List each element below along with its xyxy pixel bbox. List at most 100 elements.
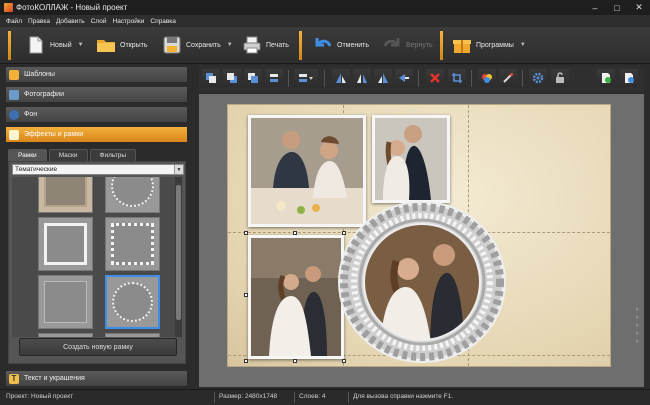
layer-up-icon[interactable] bbox=[244, 69, 262, 87]
export-icon[interactable] bbox=[597, 69, 615, 87]
resize-handle[interactable] bbox=[244, 359, 248, 363]
ornate-frame-photo[interactable] bbox=[338, 201, 506, 363]
magic-wand-icon[interactable] bbox=[499, 69, 517, 87]
chevron-left-icon: ‹ bbox=[636, 323, 638, 329]
send-back-icon[interactable] bbox=[223, 69, 241, 87]
undo-button[interactable]: Отменить bbox=[313, 32, 369, 58]
toolbar-separator bbox=[299, 31, 302, 60]
lock-icon[interactable] bbox=[551, 69, 569, 87]
import-icon[interactable] bbox=[620, 69, 638, 87]
background-icon bbox=[9, 109, 19, 120]
frame-thumbnail[interactable] bbox=[38, 217, 93, 271]
menu-settings[interactable]: Настройки bbox=[113, 18, 145, 25]
tab-filters[interactable]: Фильтры bbox=[89, 149, 137, 161]
resize-handle[interactable] bbox=[244, 231, 248, 235]
photo-frame[interactable] bbox=[248, 235, 344, 359]
section-templates[interactable]: Шаблоны bbox=[5, 66, 188, 83]
new-button[interactable]: Новый ▼ bbox=[26, 32, 84, 58]
chevron-left-icon: ‹ bbox=[636, 307, 638, 313]
flip-left-icon[interactable] bbox=[332, 69, 350, 87]
rotate-icon[interactable] bbox=[395, 69, 413, 87]
create-frame-button[interactable]: Создать новую рамку bbox=[19, 338, 177, 356]
chevron-left-icon: ‹ bbox=[636, 339, 638, 345]
minimize-button[interactable]: – bbox=[584, 0, 606, 15]
collage-page[interactable] bbox=[227, 104, 611, 367]
section-label: Фон bbox=[24, 111, 38, 118]
photo-icon bbox=[9, 89, 19, 100]
programs-button[interactable]: Программы ▼ bbox=[452, 32, 526, 58]
flip-right-icon[interactable] bbox=[374, 69, 392, 87]
section-text[interactable]: T Текст и украшения bbox=[5, 370, 188, 387]
tab-masks[interactable]: Маски bbox=[48, 149, 88, 161]
status-bar: Проект: Новый проект Размер: 2480x1748 С… bbox=[0, 389, 650, 405]
chevron-down-icon[interactable]: ▼ bbox=[227, 42, 233, 48]
save-button[interactable]: Сохранить ▼ bbox=[162, 32, 233, 58]
frame-thumbnail[interactable] bbox=[38, 275, 93, 329]
redo-button[interactable]: Вернуть bbox=[382, 32, 433, 58]
status-help: Для вызова справки нажмите F1. bbox=[353, 393, 454, 400]
save-label: Сохранить bbox=[186, 41, 221, 49]
flip-center-icon[interactable] bbox=[353, 69, 371, 87]
status-separator bbox=[348, 392, 349, 403]
resize-handle[interactable] bbox=[244, 293, 248, 297]
folder-icon bbox=[97, 40, 115, 52]
couple-photo-image bbox=[375, 118, 447, 200]
menu-help[interactable]: Справка bbox=[150, 18, 176, 25]
tab-frames[interactable]: Рамки bbox=[8, 149, 47, 161]
settings-icon[interactable] bbox=[529, 69, 547, 87]
align-icon[interactable] bbox=[294, 69, 318, 87]
frame-tabs: Рамки Маски Фильтры bbox=[8, 149, 186, 161]
printer-icon bbox=[243, 36, 261, 54]
new-document-icon bbox=[29, 36, 43, 54]
menu-file[interactable]: Файл bbox=[6, 18, 22, 25]
frame-thumbnail[interactable] bbox=[105, 333, 160, 337]
resize-handle[interactable] bbox=[293, 359, 297, 363]
print-label: Печать bbox=[266, 41, 289, 49]
canvas-area: ‹ ‹ ‹ ‹ ‹ bbox=[199, 94, 644, 387]
delete-icon[interactable] bbox=[426, 69, 444, 87]
redo-icon bbox=[383, 38, 400, 47]
effects-icon[interactable] bbox=[478, 69, 496, 87]
section-background[interactable]: Фон bbox=[5, 106, 188, 123]
status-separator bbox=[214, 392, 215, 403]
gallery-scrollbar[interactable] bbox=[175, 177, 182, 337]
scrollbar-thumb[interactable] bbox=[176, 185, 181, 320]
frame-thumbnail[interactable] bbox=[105, 177, 160, 213]
menu-edit[interactable]: Правка bbox=[28, 18, 50, 25]
canvas-toolbar bbox=[199, 66, 644, 92]
category-select[interactable]: Тематические ▼ bbox=[12, 164, 184, 175]
chevron-down-icon[interactable]: ▼ bbox=[520, 42, 526, 48]
section-photos[interactable]: Фотографии bbox=[5, 86, 188, 103]
resize-handle[interactable] bbox=[293, 231, 297, 235]
main-toolbar: Новый ▼ Открыть Сохранить ▼ Печать Отмен… bbox=[0, 27, 650, 64]
side-panel-toggle[interactable]: ‹ ‹ ‹ ‹ ‹ bbox=[636, 306, 642, 346]
toolbar-separator bbox=[324, 70, 325, 87]
frame-thumbnail-selected[interactable] bbox=[105, 275, 160, 329]
chevron-down-icon[interactable]: ▼ bbox=[174, 165, 183, 174]
couple-photo-image bbox=[251, 238, 341, 356]
crop-icon[interactable] bbox=[448, 69, 466, 87]
frame-thumbnail[interactable] bbox=[38, 177, 93, 213]
print-button[interactable]: Печать bbox=[242, 32, 289, 58]
toolbar-separator bbox=[471, 70, 472, 87]
close-button[interactable]: ✕ bbox=[628, 0, 650, 15]
menu-add[interactable]: Добавить bbox=[56, 18, 85, 25]
section-label: Фотографии bbox=[24, 91, 65, 98]
save-disk-icon bbox=[163, 36, 181, 54]
frame-thumbnail[interactable] bbox=[105, 217, 160, 271]
open-button[interactable]: Открыть bbox=[96, 32, 148, 58]
status-separator bbox=[294, 392, 295, 403]
frame-thumbnail[interactable] bbox=[38, 333, 93, 337]
toolbar-separator bbox=[440, 31, 443, 60]
app-logo-icon bbox=[4, 3, 13, 12]
photo-frame[interactable] bbox=[372, 115, 450, 203]
section-effects[interactable]: Эффекты и рамки bbox=[5, 126, 188, 143]
status-project: Проект: Новый проект bbox=[6, 393, 74, 400]
menu-layer[interactable]: Слой bbox=[91, 18, 107, 25]
layer-down-icon[interactable] bbox=[265, 69, 283, 87]
maximize-button[interactable]: □ bbox=[606, 0, 628, 15]
effects-icon bbox=[9, 129, 19, 140]
bring-front-icon[interactable] bbox=[202, 69, 220, 87]
redo-label: Вернуть bbox=[406, 41, 433, 49]
chevron-down-icon[interactable]: ▼ bbox=[78, 42, 84, 48]
